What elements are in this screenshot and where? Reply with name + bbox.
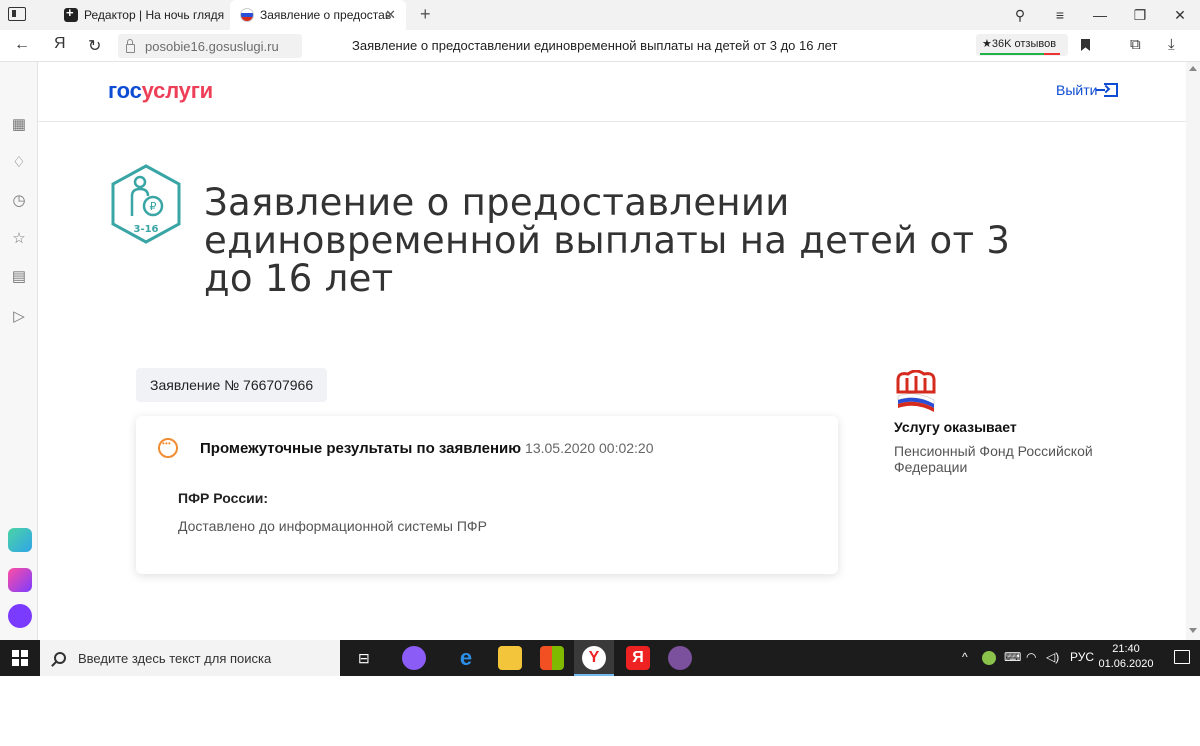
history-icon[interactable]: ◷ <box>10 192 28 210</box>
browser-tab-strip: Редактор | На ночь глядя Заявление о пре… <box>0 0 1200 30</box>
sidebar-toggle-icon[interactable] <box>8 7 26 21</box>
search-placeholder: Введите здесь текст для поиска <box>78 650 272 666</box>
url-field[interactable]: posobie16.gosuslugi.ru <box>118 34 302 58</box>
explorer-icon[interactable] <box>498 646 522 670</box>
search-icon <box>54 652 66 664</box>
back-arrow-icon[interactable]: ← <box>14 36 30 54</box>
download-icon[interactable]: ⤓ <box>1168 36 1175 53</box>
tab-editor[interactable]: Редактор | На ночь глядя <box>56 0 228 30</box>
card-title-text: Промежуточные результаты по заявлению <box>200 440 522 457</box>
music-app-icon[interactable] <box>8 568 32 592</box>
card-date: 13.05.2020 00:02:20 <box>525 440 654 456</box>
edge-icon[interactable]: e <box>454 646 478 670</box>
language-indicator[interactable]: РУС <box>1070 650 1094 664</box>
grid-icon[interactable]: ▦ <box>10 116 28 134</box>
address-bar: ← Я ↻ posobie16.gosuslugi.ru Заявление о… <box>0 30 1200 62</box>
close-window-icon[interactable]: ✕ <box>1160 7 1200 24</box>
reload-icon[interactable]: ↻ <box>88 36 101 56</box>
provider-name: Пенсионный Фонд Российской Федерации <box>894 443 1093 475</box>
taskbar-clock[interactable]: 21:40 01.06.2020 <box>1098 642 1154 672</box>
card-title: Промежуточные результаты по заявлению 13.… <box>200 440 654 457</box>
logout-icon <box>1096 83 1119 97</box>
yandex-icon[interactable]: Я <box>626 646 650 670</box>
viber-icon[interactable] <box>668 646 692 670</box>
taskbar-search[interactable]: Введите здесь текст для поиска <box>40 640 340 676</box>
editor-icon <box>64 5 78 22</box>
new-tab-icon[interactable]: + <box>420 4 431 25</box>
translate-icon[interactable]: ⧉ <box>1130 36 1141 53</box>
lock-icon <box>126 38 135 53</box>
tab-label: Редактор | На ночь глядя <box>84 8 225 22</box>
alice-app-icon[interactable] <box>8 604 32 628</box>
gosuslugi-logo[interactable]: госуслуги <box>108 78 213 104</box>
tab-label: Заявление о предостав <box>260 8 392 22</box>
keyboard-icon[interactable]: ⌨ <box>1004 650 1021 664</box>
notifications-icon[interactable] <box>1174 650 1190 664</box>
browser-sidebar: ▦ ♢ ◷ ☆ ▤ ▷ <box>0 62 38 640</box>
restore-icon[interactable]: ❐ <box>1120 7 1160 24</box>
logout-label: Выйти <box>1056 82 1098 98</box>
svg-text:₽: ₽ <box>150 200 157 213</box>
close-icon[interactable]: ✕ <box>385 7 396 23</box>
tray-app-icon[interactable] <box>982 651 996 665</box>
tab-application[interactable]: Заявление о предостав ✕ <box>230 0 406 30</box>
star-icon[interactable]: ☆ <box>10 230 28 248</box>
service-icon-label: 3-16 <box>133 224 158 235</box>
child-benefit-icon: ₽ 3-16 <box>111 164 181 244</box>
application-number: Заявление № 766707966 <box>136 368 328 402</box>
reviews-badge[interactable]: ★36K отзывов <box>976 34 1068 56</box>
minimize-icon[interactable]: — <box>1080 7 1120 23</box>
status-card: Промежуточные результаты по заявлению13.… <box>136 416 838 574</box>
address-page-title[interactable]: Заявление о предоставлении единовременно… <box>352 38 837 53</box>
chevron-up-icon[interactable]: ^ <box>962 650 968 664</box>
blank-area <box>0 676 1200 746</box>
messenger-app-icon[interactable] <box>8 528 32 552</box>
logo-part1: гос <box>108 78 142 103</box>
scroll-up-icon[interactable] <box>1189 66 1197 71</box>
logo-part2: услуги <box>141 78 214 103</box>
bookmark-icon[interactable] <box>1081 39 1090 51</box>
pin-icon[interactable]: ⚲ <box>1000 7 1040 24</box>
store-icon[interactable] <box>540 646 564 670</box>
card-organization: ПФР России: <box>178 490 269 506</box>
wifi-icon[interactable]: ◠ <box>1026 650 1036 664</box>
play-icon[interactable]: ▷ <box>10 308 28 326</box>
url-domain: posobie16.gosuslugi.ru <box>145 38 279 54</box>
clock-time: 21:40 <box>1112 643 1140 655</box>
windows-start-icon[interactable] <box>12 650 28 666</box>
task-view-icon[interactable]: ⊟ <box>358 650 370 667</box>
menu-icon[interactable]: ≡ <box>1040 7 1080 23</box>
alice-icon[interactable] <box>402 646 426 670</box>
pfr-logo-icon <box>896 370 936 412</box>
volume-icon[interactable]: ◁) <box>1046 650 1059 664</box>
windows-taskbar: Введите здесь текст для поиска ⊟ e Y Я ^… <box>0 640 1200 676</box>
collections-icon[interactable]: ▤ <box>10 268 28 286</box>
page-title: Заявление о предоставлении единовременно… <box>204 181 1011 300</box>
card-status-text: Доставлено до информационной системы ПФР <box>178 518 487 534</box>
page-content: госуслуги Выйти ₽ 3-16 Заявление о предо… <box>38 62 1186 640</box>
yandex-logo[interactable]: Я <box>54 35 66 53</box>
site-header: госуслуги Выйти <box>38 62 1186 122</box>
provider-label: Услугу оказывает <box>894 419 1017 435</box>
clock-date: 01.06.2020 <box>1098 658 1154 670</box>
page-scrollbar[interactable] <box>1186 62 1200 640</box>
scroll-down-icon[interactable] <box>1189 628 1197 633</box>
russia-flag-icon <box>240 8 254 22</box>
window-controls: ⚲ ≡ — ❐ ✕ <box>1000 0 1200 30</box>
yandex-browser-icon[interactable]: Y <box>582 646 606 670</box>
bell-icon[interactable]: ♢ <box>10 154 28 172</box>
in-progress-icon <box>158 438 178 458</box>
logout-button[interactable]: Выйти <box>1056 82 1119 98</box>
